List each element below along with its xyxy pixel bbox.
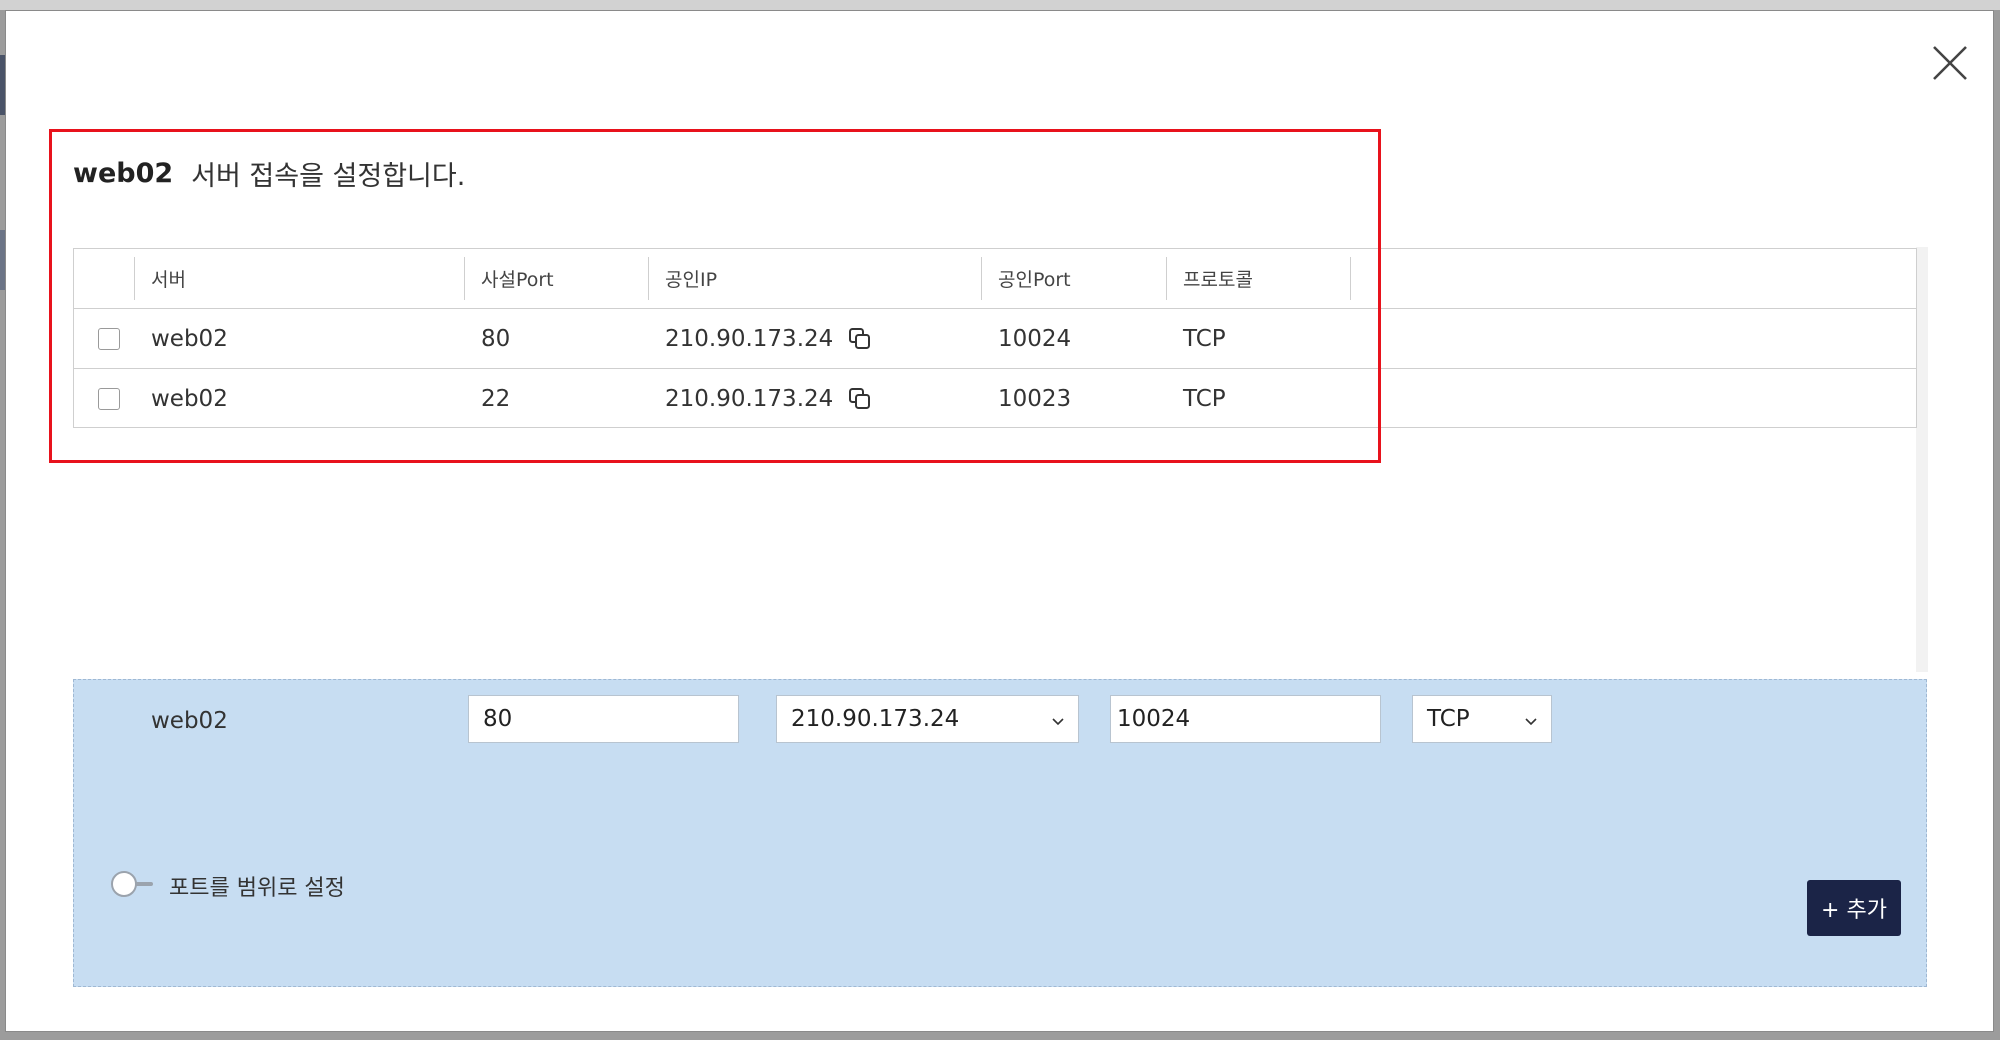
row-public-ip-cell: 210.90.173.24 [648,369,981,428]
row-private-port: 80 [481,325,511,352]
row-public-ip-cell: 210.90.173.24 [648,309,981,368]
form-server-name: web02 [151,708,228,734]
chevron-down-icon [1523,713,1539,729]
title-description: 서버 접속을 설정합니다. [191,160,466,192]
header-server: 서버 [151,269,186,291]
row-public-ip: 210.90.173.24 [665,325,834,352]
table-header: 서버 사설Port 공인IP 공인Port 프로토콜 [74,249,1916,309]
page-title: web02 서버 접속을 설정합니다. [73,153,465,193]
close-button[interactable] [1928,41,1972,85]
row-checkbox[interactable] [98,327,120,350]
row-protocol: TCP [1183,385,1226,412]
add-button[interactable]: + 추가 [1807,880,1901,936]
table-row: web02 22 210.90.173.24 10023 TCP [74,369,1916,428]
row-server: web02 [151,385,228,412]
header-protocol: 프로토콜 [1183,269,1253,291]
row-public-port: 10023 [998,385,1072,412]
add-rule-form: web02 80 210.90.173.24 10024 TCP 포트를 범위로… [73,679,1927,987]
row-private-port: 22 [481,385,511,412]
header-public-ip: 공인IP [665,269,718,291]
copy-icon[interactable] [847,326,873,352]
port-range-toggle-label: 포트를 범위로 설정 [169,876,345,901]
chevron-down-icon [1050,713,1066,729]
copy-icon[interactable] [847,386,873,412]
row-public-port: 10024 [998,325,1072,352]
protocol-select[interactable]: TCP [1412,695,1552,743]
scrollbar-track[interactable] [1916,247,1928,672]
row-protocol: TCP [1183,325,1226,352]
title-server-name: web02 [73,157,174,189]
public-port-input[interactable]: 10024 [1110,695,1381,743]
private-port-input[interactable]: 80 [468,695,739,743]
row-server: web02 [151,325,228,352]
public-ip-select-value: 210.90.173.24 [791,706,960,732]
close-icon [1933,46,1967,80]
port-forwarding-modal: web02 서버 접속을 설정합니다. 서버 사설Port 공인IP 공인Por… [5,10,1994,1032]
port-range-toggle[interactable] [111,871,153,897]
header-checkbox-cell [74,249,134,308]
header-public-port: 공인Port [998,269,1071,291]
header-private-port: 사설Port [481,269,554,291]
row-public-ip: 210.90.173.24 [665,385,834,412]
table-row: web02 80 210.90.173.24 10024 TCP [74,309,1916,369]
row-checkbox[interactable] [98,387,120,410]
protocol-select-value: TCP [1427,706,1470,732]
public-ip-select[interactable]: 210.90.173.24 [776,695,1079,743]
background-header [0,0,2000,10]
port-forwarding-table: 서버 사설Port 공인IP 공인Port 프로토콜 web02 80 210.… [73,248,1917,428]
